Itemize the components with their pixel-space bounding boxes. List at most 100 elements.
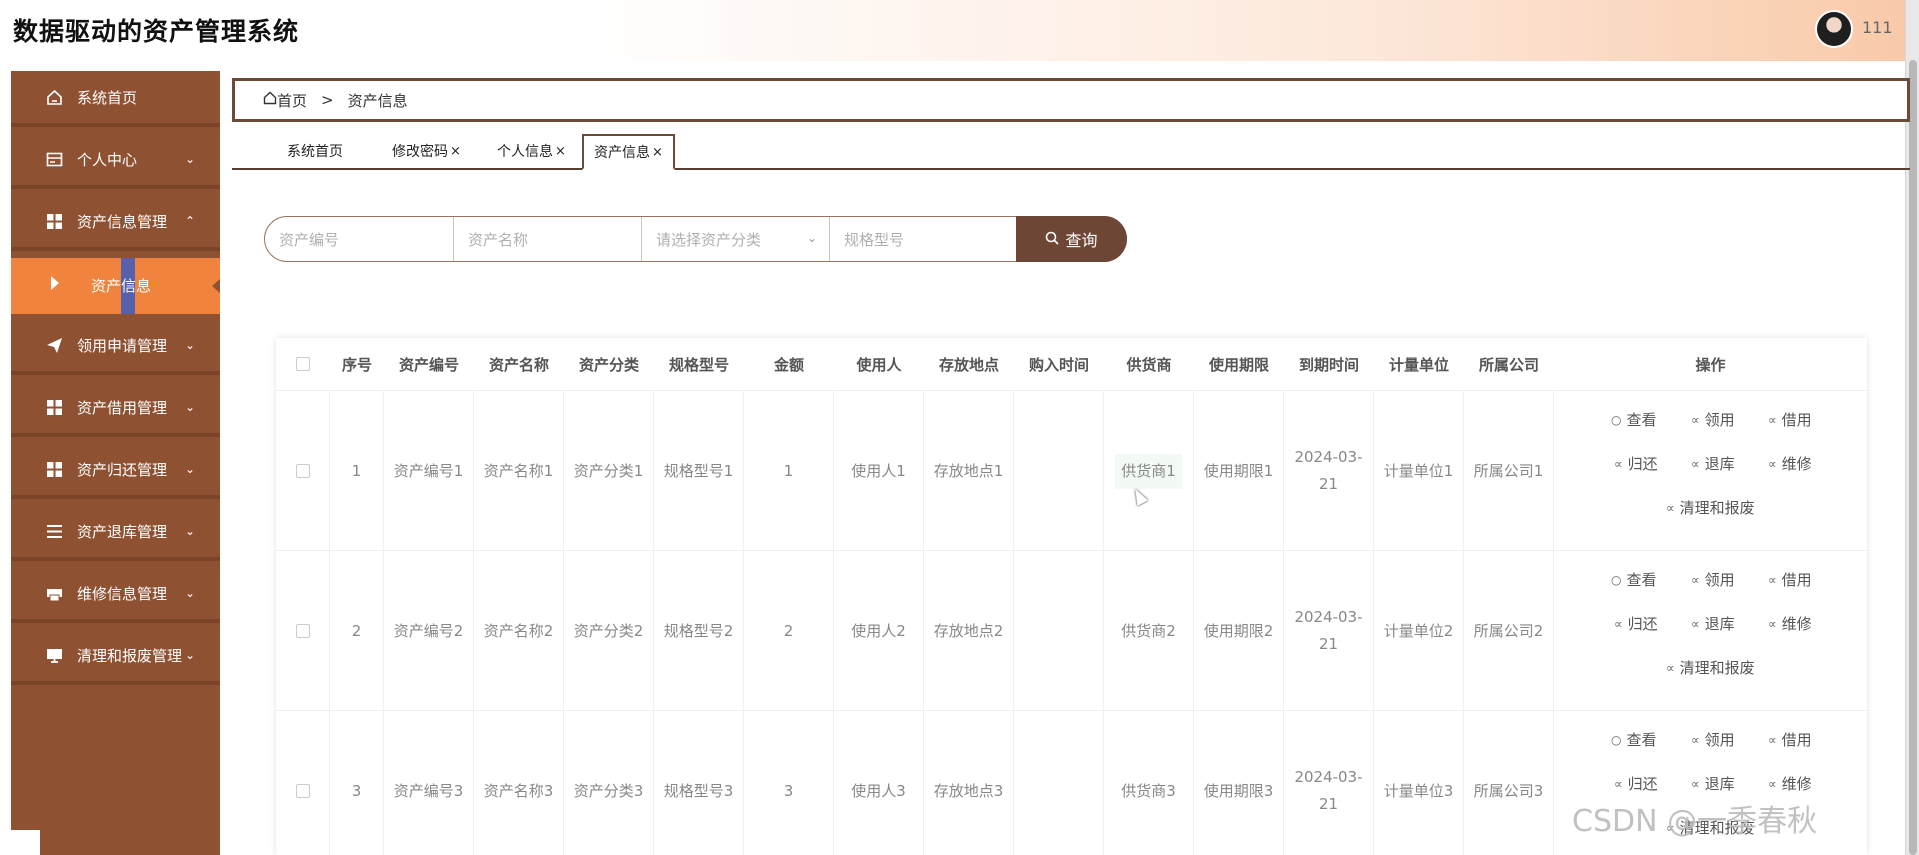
sidebar-item-disposal-mgmt[interactable]: 清理和报废管理 ⌄ (11, 629, 220, 685)
tab-personal-info[interactable]: 个人信息 × (497, 134, 566, 168)
cell-name: 资产名称3 (474, 711, 564, 855)
row-checkbox[interactable] (295, 784, 310, 798)
close-icon[interactable]: × (555, 144, 566, 159)
search-button[interactable]: 查询 (1016, 216, 1127, 262)
cell-location: 存放地点1 (924, 391, 1014, 551)
select-all-checkbox[interactable] (296, 357, 310, 371)
breadcrumb-home[interactable]: 首页 (277, 90, 307, 111)
header-cell: 使用人 (856, 355, 902, 374)
asset-category-select[interactable]: 请选择资产分类 ⌄ (642, 217, 830, 261)
cell-expire: 2024-03-21 (1284, 551, 1374, 711)
share-icon: ∝ (1614, 456, 1623, 471)
header-cell: 操作 (1695, 355, 1726, 374)
search-icon: ○ (1611, 412, 1622, 427)
view-button[interactable]: ○ 查看 (1611, 569, 1657, 590)
username[interactable]: 111 (1862, 18, 1893, 37)
borrow-button[interactable]: ∝ 借用 (1768, 729, 1812, 750)
asset-table: 序号 资产编号 资产名称 资产分类 规格型号 金额 使用人 存放地点 购入时间 … (276, 338, 1867, 855)
grid-icon (45, 212, 63, 230)
supplier-text: 供货商1 (1115, 453, 1182, 489)
sidebar-item-home[interactable]: 系统首页 (11, 71, 220, 127)
user-avatar[interactable] (1815, 10, 1853, 48)
close-icon[interactable]: × (450, 144, 461, 159)
share-icon: ∝ (1691, 616, 1700, 631)
asset-code-input[interactable]: 资产编号 (265, 217, 454, 261)
cell-term: 使用期限2 (1194, 551, 1284, 711)
dispose-button[interactable]: ∝ 清理和报废 (1666, 657, 1755, 678)
tab-label: 资产信息 (594, 145, 650, 161)
sidebar-item-label: 维修信息管理 (77, 584, 168, 603)
withdraw-label: 退库 (1704, 615, 1735, 633)
tab-asset-info[interactable]: 资产信息 × (582, 134, 675, 170)
cell-category: 资产分类3 (564, 711, 654, 855)
view-button[interactable]: ○ 查看 (1611, 409, 1657, 430)
sidebar-item-claim-mgmt[interactable]: 领用申请管理 ⌄ (11, 319, 220, 375)
sidebar-item-withdraw-mgmt[interactable]: 资产退库管理 ⌄ (11, 505, 220, 561)
cell-user: 使用人3 (834, 711, 924, 855)
repair-button[interactable]: ∝ 维修 (1768, 453, 1812, 474)
cell-amount: 3 (744, 711, 834, 855)
share-icon: ∝ (1691, 412, 1700, 427)
share-icon: ∝ (1614, 776, 1623, 791)
cell-no: 2 (330, 551, 384, 711)
repair-button[interactable]: ∝ 维修 (1768, 613, 1812, 634)
repair-label: 维修 (1781, 455, 1812, 473)
cell-term: 使用期限1 (1194, 391, 1284, 551)
share-icon: ∝ (1666, 660, 1675, 675)
chevron-down-icon: ⌄ (185, 586, 196, 600)
withdraw-button[interactable]: ∝ 退库 (1691, 613, 1735, 634)
claim-button[interactable]: ∝ 领用 (1691, 409, 1735, 430)
share-icon: ∝ (1691, 776, 1700, 791)
share-icon: ∝ (1768, 572, 1777, 587)
sidebar-subitem-asset-info[interactable]: 资产信息 (11, 258, 220, 314)
sidebar-item-asset-info-mgmt[interactable]: 资产信息管理 ⌃ (11, 195, 220, 251)
row-select-cell (276, 711, 330, 855)
table-row[interactable]: 2 资产编号2 资产名称2 资产分类2 规格型号2 2 使用人2 存放地点2 供… (276, 550, 1867, 711)
row-checkbox[interactable] (295, 464, 310, 478)
table-header: 序号 资产编号 资产名称 资产分类 规格型号 金额 使用人 存放地点 购入时间 … (276, 338, 1867, 390)
return-button[interactable]: ∝ 归还 (1614, 773, 1658, 794)
share-icon: ∝ (1768, 456, 1777, 471)
borrow-button[interactable]: ∝ 借用 (1768, 569, 1812, 590)
repair-button[interactable]: ∝ 维修 (1768, 773, 1812, 794)
chevron-down-icon: ⌄ (185, 462, 196, 476)
asset-name-input[interactable]: 资产名称 (454, 217, 642, 261)
page-scrollbar[interactable] (1905, 0, 1919, 855)
header-cell: 规格型号 (668, 355, 729, 374)
monitor-icon (45, 646, 63, 664)
search-icon: ○ (1611, 572, 1622, 587)
tab-home[interactable]: 系统首页 (287, 134, 343, 168)
sidebar-item-repair-mgmt[interactable]: 维修信息管理 ⌄ (11, 567, 220, 623)
cell-user: 使用人1 (834, 391, 924, 551)
borrow-button[interactable]: ∝ 借用 (1768, 409, 1812, 430)
sidebar-item-return-mgmt[interactable]: 资产归还管理 ⌄ (11, 443, 220, 499)
cell-expire: 2024-03-21 (1284, 391, 1374, 551)
rounded-corner (0, 830, 40, 855)
dispose-button[interactable]: ∝ 清理和报废 (1666, 497, 1755, 518)
sidebar: 系统首页 个人中心 ⌄ 资产信息管理 ⌃ 资产信息 领用申请管理 ⌄ 资产借用管… (11, 71, 220, 855)
select-placeholder: 请选择资产分类 (656, 230, 762, 249)
table-row[interactable]: 1 资产编号1 资产名称1 资产分类1 规格型号1 1 使用人1 存放地点1 供… (276, 390, 1867, 551)
sidebar-item-personal-center[interactable]: 个人中心 ⌄ (11, 133, 220, 189)
home-icon[interactable] (263, 91, 277, 109)
chevron-down-icon: ⌄ (806, 231, 817, 245)
view-button[interactable]: ○ 查看 (1611, 729, 1657, 750)
claim-button[interactable]: ∝ 领用 (1691, 729, 1735, 750)
spec-model-input[interactable]: 规格型号 (830, 217, 1017, 261)
tab-change-password[interactable]: 修改密码 × (392, 134, 461, 168)
return-label: 归还 (1627, 615, 1658, 633)
withdraw-button[interactable]: ∝ 退库 (1691, 773, 1735, 794)
cell-amount: 1 (744, 391, 834, 551)
row-checkbox[interactable] (295, 624, 310, 638)
return-button[interactable]: ∝ 归还 (1614, 613, 1658, 634)
active-notch (212, 279, 220, 293)
tab-bar: 系统首页 修改密码 × 个人信息 × 资产信息 × (232, 132, 1910, 170)
return-button[interactable]: ∝ 归还 (1614, 453, 1658, 474)
claim-button[interactable]: ∝ 领用 (1691, 569, 1735, 590)
close-icon[interactable]: × (652, 145, 663, 160)
sidebar-item-borrow-mgmt[interactable]: 资产借用管理 ⌄ (11, 381, 220, 437)
borrow-label: 借用 (1781, 571, 1812, 589)
view-label: 查看 (1626, 571, 1657, 589)
withdraw-button[interactable]: ∝ 退库 (1691, 453, 1735, 474)
cell-user: 使用人2 (834, 551, 924, 711)
